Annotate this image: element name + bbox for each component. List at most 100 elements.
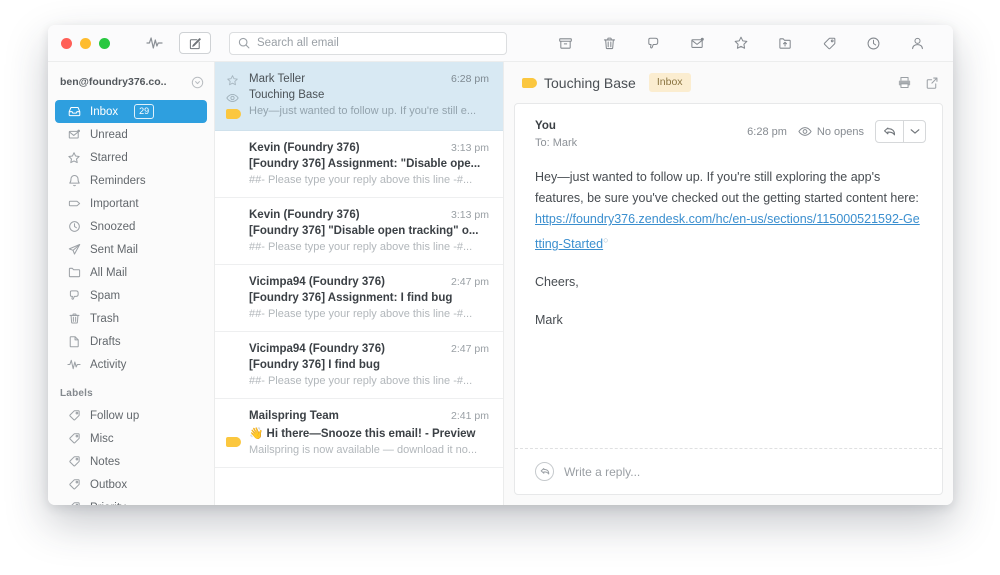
sidebar-item-all-mail[interactable]: All Mail: [55, 261, 207, 284]
minimize-window-button[interactable]: [80, 37, 91, 49]
sidebar-label-notes[interactable]: Notes: [55, 450, 207, 473]
sidebar-item-spam[interactable]: Spam: [55, 284, 207, 307]
sidebar-label-outbox[interactable]: Outbox: [55, 473, 207, 496]
message-time: 2:47 pm: [451, 343, 489, 355]
message-snippet: ##- Please type your reply above this li…: [249, 308, 473, 320]
clock-icon: [67, 220, 81, 233]
message-paragraph-2: Cheers,: [535, 275, 579, 290]
star-button[interactable]: [719, 29, 763, 57]
reply-split-button[interactable]: [875, 120, 926, 143]
popout-icon[interactable]: [925, 76, 939, 90]
message-header: You To: Mark 6:28 pm No opens: [515, 104, 942, 149]
message-subject: [Foundry 376] Assignment: I find bug: [249, 292, 453, 304]
send-icon: [67, 243, 81, 256]
document-icon: [67, 335, 81, 348]
activity-pulse-icon[interactable]: [143, 32, 165, 54]
contact-button[interactable]: [895, 29, 939, 57]
message-list-item[interactable]: Mark Teller 6:28 pm Touching Base Hey—just …: [215, 62, 503, 131]
message-card: You To: Mark 6:28 pm No opens Hey—just w…: [514, 103, 943, 495]
bell-icon: [67, 174, 81, 187]
message-body-text: Hey—just wanted to follow up. If you're …: [535, 170, 919, 205]
compose-button[interactable]: [179, 32, 211, 54]
sidebar-item-label: Reminders: [90, 174, 146, 187]
sidebar-item-label: Unread: [90, 128, 128, 141]
app-body: ben@foundry376.co.. Inbox 29 Unread Starred…: [48, 62, 953, 505]
sidebar-label-misc[interactable]: Misc: [55, 427, 207, 450]
message-subject: [Foundry 376] I find bug: [249, 359, 380, 371]
chevron-down-icon[interactable]: [903, 121, 925, 142]
sidebar-label-follow-up[interactable]: Follow up: [55, 404, 207, 427]
label-button[interactable]: [807, 29, 851, 57]
message-list-item[interactable]: Vicimpa94 (Foundry 376) 2:47 pm [Foundry 3…: [215, 265, 503, 332]
sidebar-item-sent-mail[interactable]: Sent Mail: [55, 238, 207, 261]
message-participants: You To: Mark: [535, 120, 577, 149]
message-list-item[interactable]: Kevin (Foundry 376) 3:13 pm [Foundry 376] …: [215, 198, 503, 265]
inbox-icon: [67, 105, 81, 118]
account-switcher[interactable]: ben@foundry376.co..: [48, 71, 214, 93]
sidebar-item-inbox[interactable]: Inbox 29: [55, 100, 207, 123]
spam-button[interactable]: [631, 29, 675, 57]
trash-icon: [67, 312, 81, 325]
message-snippet: ##- Please type your reply above this li…: [249, 174, 473, 186]
maximize-window-button[interactable]: [99, 37, 110, 49]
message-sender-name: Vicimpa94 (Foundry 376): [249, 276, 385, 288]
message-row-content: Kevin (Foundry 376) 3:13 pm [Foundry 376] …: [249, 209, 489, 253]
message-detail-pane: Touching Base Inbox You To: Mark 6:28 pm…: [504, 62, 953, 505]
tag-outline-icon: [67, 197, 81, 210]
window-controls: [48, 37, 110, 49]
message-time: 3:13 pm: [451, 209, 489, 221]
search-icon: [238, 37, 250, 49]
message-list-item[interactable]: Vicimpa94 (Foundry 376) 2:47 pm [Foundry 3…: [215, 332, 503, 399]
eye-icon: [798, 126, 812, 137]
message-row-gutter: [215, 209, 249, 253]
message-row-gutter: [215, 142, 249, 186]
getting-started-link[interactable]: https://foundry376.zendesk.com/hc/en-us/…: [535, 212, 920, 251]
close-window-button[interactable]: [61, 37, 72, 49]
message-row-top: Mark Teller 6:28 pm: [249, 73, 489, 85]
message-list-item[interactable]: Kevin (Foundry 376) 3:13 pm [Foundry 376] …: [215, 131, 503, 198]
trash-button[interactable]: [587, 29, 631, 57]
message-row-content: Vicimpa94 (Foundry 376) 2:47 pm [Foundry 3…: [249, 343, 489, 387]
message-list-item[interactable]: Mailspring Team 2:41 pm 👋 Hi there—Snooze …: [215, 399, 503, 468]
detail-header-actions: [897, 75, 939, 90]
desktop-background: Search all email ben@foundry376.co.. Inb…: [0, 0, 1000, 575]
tag-icon: [67, 501, 81, 505]
message-row-top: Vicimpa94 (Foundry 376) 2:47 pm: [249, 276, 489, 288]
sidebar-item-label: Trash: [90, 312, 119, 325]
message-row-gutter: [215, 276, 249, 320]
search-placeholder: Search all email: [257, 37, 339, 49]
move-folder-button[interactable]: [763, 29, 807, 57]
snooze-button[interactable]: [851, 29, 895, 57]
sidebar-item-label: All Mail: [90, 266, 128, 279]
sidebar-item-starred[interactable]: Starred: [55, 146, 207, 169]
sidebar-item-important[interactable]: Important: [55, 192, 207, 215]
chevron-down-circle-icon[interactable]: [191, 76, 204, 89]
message-subject: Touching Base: [249, 89, 325, 101]
reply-bar[interactable]: Write a reply...: [515, 448, 942, 494]
message-row-top: Mailspring Team 2:41 pm: [249, 410, 489, 422]
sidebar-item-trash[interactable]: Trash: [55, 307, 207, 330]
message-list[interactable]: Mark Teller 6:28 pm Touching Base Hey—just …: [215, 62, 504, 505]
message-sender: You: [535, 120, 556, 132]
sidebar-item-reminders[interactable]: Reminders: [55, 169, 207, 192]
folder-icon: [67, 266, 81, 279]
message-row-gutter: [215, 73, 249, 119]
reply-arrow-icon[interactable]: [876, 121, 903, 142]
sidebar-item-drafts[interactable]: Drafts: [55, 330, 207, 353]
message-row-content: Mailspring Team 2:41 pm 👋 Hi there—Snooze …: [249, 410, 489, 456]
sidebar-item-unread[interactable]: Unread: [55, 123, 207, 146]
sidebar-label-priority[interactable]: Priority: [55, 496, 207, 505]
search-input[interactable]: Search all email: [229, 31, 507, 55]
mark-unread-button[interactable]: [675, 29, 719, 57]
print-icon[interactable]: [897, 75, 912, 90]
sidebar-item-activity[interactable]: Activity: [55, 353, 207, 376]
page-title: Touching Base: [544, 74, 636, 91]
message-snippet: Mailspring is now available — download i…: [249, 444, 478, 456]
sidebar-label-text: Priority: [90, 502, 126, 506]
sidebar-item-snoozed[interactable]: Snoozed: [55, 215, 207, 238]
message-paragraph-1: Hey—just wanted to follow up. If you're …: [535, 167, 920, 255]
message-row-content: Mark Teller 6:28 pm Touching Base Hey—just …: [249, 73, 489, 119]
archive-button[interactable]: [543, 29, 587, 57]
message-body: Hey—just wanted to follow up. If you're …: [515, 149, 942, 448]
star-icon[interactable]: [226, 74, 239, 87]
